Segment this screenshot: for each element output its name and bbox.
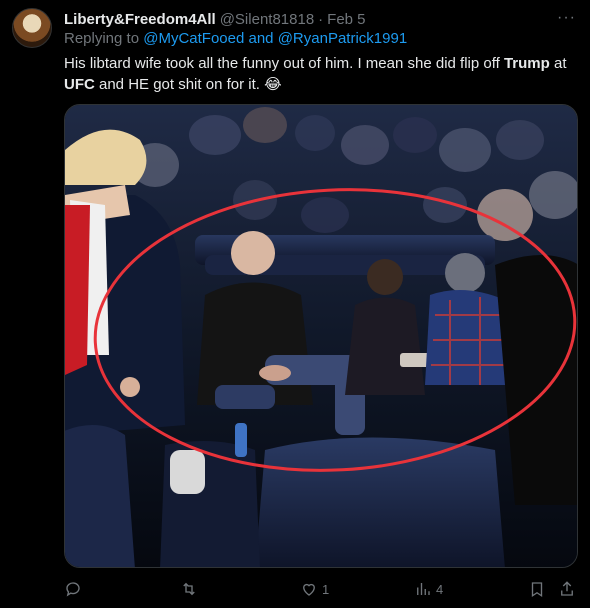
bookmark-icon — [531, 582, 543, 598]
separator-dot: · — [318, 10, 324, 28]
mention-link-1[interactable]: @MyCatFooed — [143, 30, 244, 47]
arena-photo — [65, 105, 577, 567]
replying-to: Replying to @MyCatFooed and @RyanPatrick… — [64, 30, 407, 47]
reply-icon — [66, 582, 80, 597]
share-button[interactable] — [558, 580, 576, 598]
views-count: 4 — [436, 581, 444, 597]
mention-link-2[interactable]: @RyanPatrick1991 — [278, 30, 407, 47]
laughing-emoji: 😂 — [264, 76, 282, 93]
action-bar: 1 4 — [64, 578, 580, 604]
like-button[interactable]: 1 — [300, 580, 329, 598]
bookmark-button[interactable] — [528, 580, 546, 598]
share-icon — [561, 581, 573, 596]
tweet-media-image[interactable] — [64, 104, 578, 568]
like-count: 1 — [322, 581, 330, 597]
avatar[interactable] — [12, 8, 52, 48]
tweet-text-part3: and HE got shit on for it. — [99, 76, 260, 93]
tweet-date[interactable]: Feb 5 — [327, 11, 365, 28]
tweet[interactable]: Liberty&Freedom4All @Silent81818 · Feb 5… — [0, 0, 590, 608]
replying-and: and — [248, 30, 274, 47]
views-button[interactable]: 4 — [414, 580, 443, 598]
replying-prefix: Replying to — [64, 30, 140, 47]
tweet-text: His libtard wife took all the funny out … — [64, 53, 580, 95]
like-icon — [303, 583, 315, 596]
retweet-button[interactable] — [180, 580, 202, 598]
views-icon — [417, 583, 430, 595]
tweet-text-bold2: UFC — [64, 76, 95, 93]
tweet-text-part2: at — [553, 55, 567, 72]
display-name[interactable]: Liberty&Freedom4All — [64, 11, 216, 28]
more-icon[interactable]: ··· — [557, 9, 576, 27]
tweet-text-bold1: Trump — [503, 55, 550, 72]
reply-button[interactable] — [64, 580, 86, 598]
retweet-icon — [183, 582, 195, 596]
tweet-text-part1: His libtard wife took all the funny out … — [64, 55, 500, 72]
user-handle[interactable]: @Silent81818 — [220, 11, 314, 28]
tweet-header: Liberty&Freedom4All @Silent81818 · Feb 5 — [64, 9, 578, 29]
